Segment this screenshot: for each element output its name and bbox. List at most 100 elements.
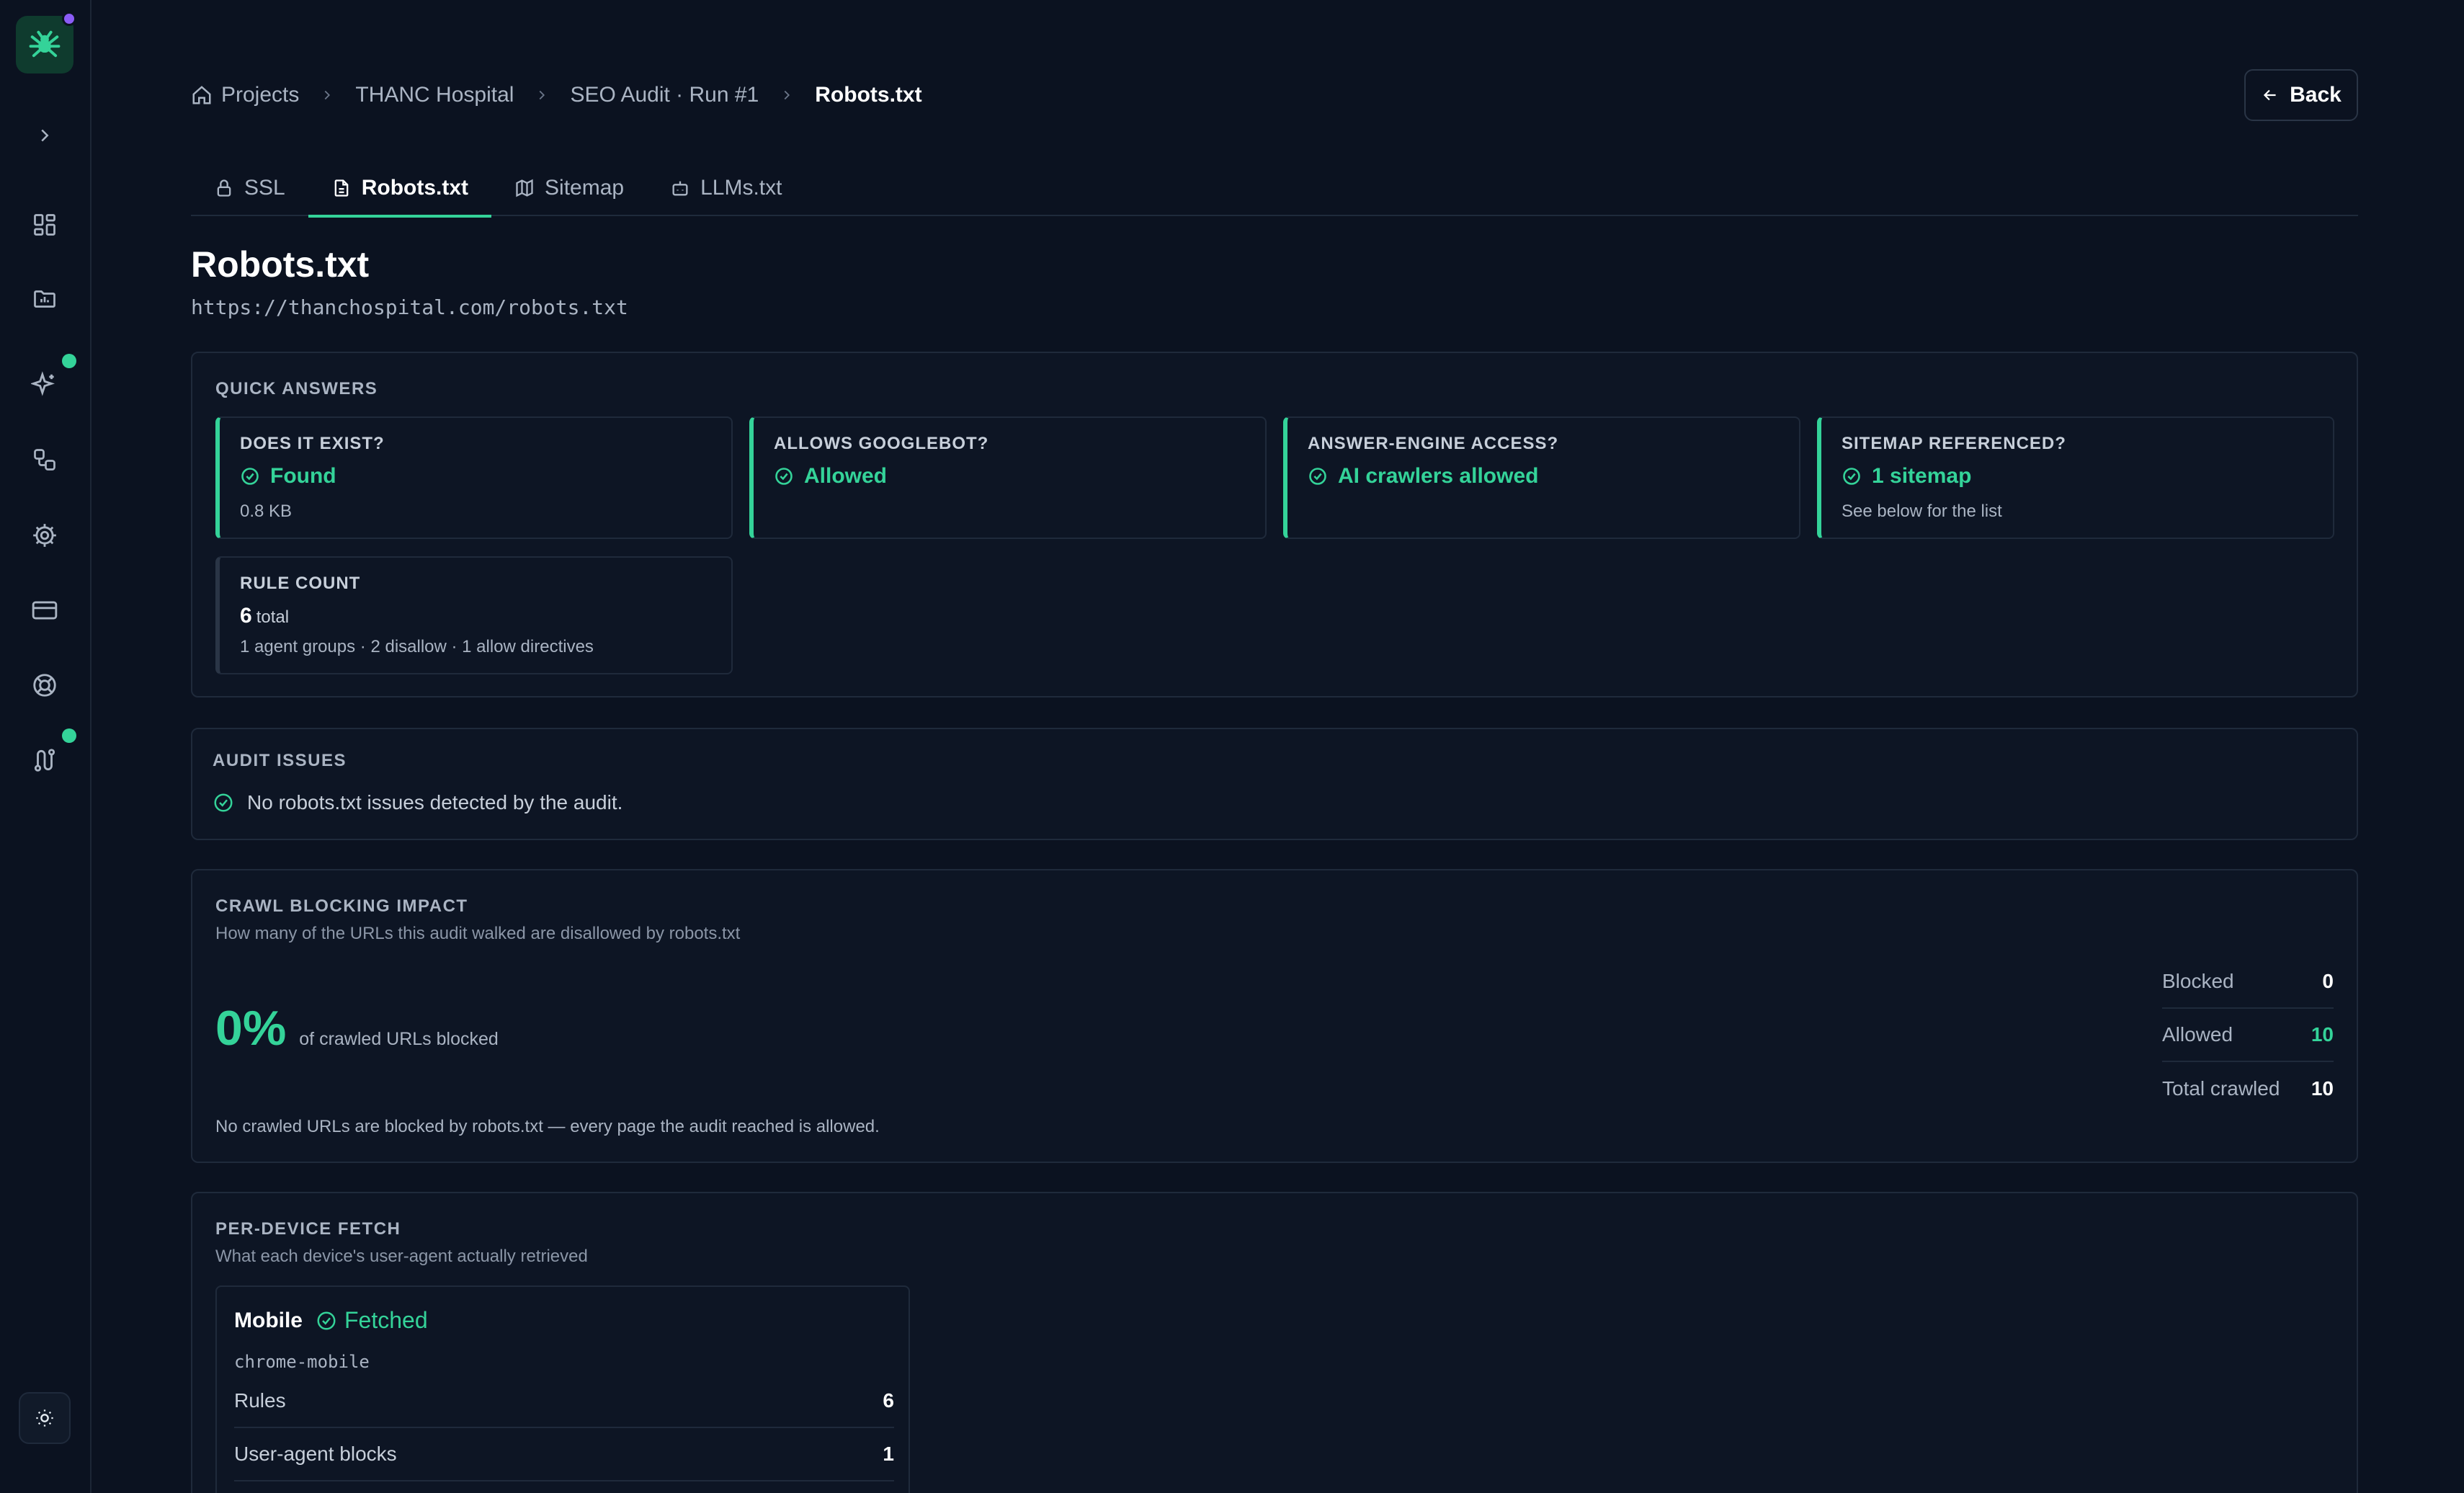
- credit-card-icon[interactable]: [27, 593, 62, 628]
- page-title: Robots.txt: [191, 244, 370, 285]
- crawl-stats: Blocked 0 Allowed 10 Total crawled 10: [2162, 955, 2334, 1115]
- tab-robots-txt[interactable]: Robots.txt: [308, 160, 492, 218]
- check-circle-icon: [1843, 468, 1860, 485]
- check-circle-icon: [214, 793, 233, 812]
- gear-icon[interactable]: [27, 518, 62, 553]
- notification-dot: [62, 12, 76, 26]
- qa-value: Found: [270, 464, 336, 488]
- home-icon: [192, 86, 211, 104]
- tab-robots-label: Robots.txt: [361, 176, 469, 200]
- stat-label: Total crawled: [2162, 1077, 2280, 1100]
- breadcrumb-project[interactable]: THANC Hospital: [355, 83, 514, 107]
- qa-value: 1 sitemap: [1872, 464, 1972, 488]
- per-device-fetch-card: PER-DEVICE FETCH What each device's user…: [191, 1192, 2358, 1493]
- per-device-subheading: What each device's user-agent actually r…: [215, 1247, 588, 1266]
- qa-note: See below for the list: [1842, 502, 2002, 521]
- check-circle-icon: [317, 1311, 336, 1329]
- breadcrumb-audit-run[interactable]: SEO Audit · Run #1: [570, 83, 759, 107]
- breadcrumb-current: Robots.txt: [815, 83, 922, 107]
- qa-value: Allowed: [804, 464, 888, 488]
- bot-icon: [672, 181, 688, 196]
- chevron-right-icon: [534, 87, 550, 103]
- tab-sitemap[interactable]: Sitemap: [491, 160, 647, 216]
- route-badge-dot: [62, 728, 76, 743]
- tab-bar: SSL Robots.txt Sitemap LLMs.txt: [191, 160, 2358, 218]
- folder-chart-icon[interactable]: [27, 282, 62, 316]
- workflow-icon[interactable]: [27, 442, 62, 477]
- crawl-blocking-heading: CRAWL BLOCKING IMPACT: [215, 896, 468, 916]
- crawl-blocking-card: CRAWL BLOCKING IMPACT How many of the UR…: [191, 869, 2358, 1163]
- crawl-blocking-note: No crawled URLs are blocked by robots.tx…: [215, 1117, 880, 1136]
- tab-sitemap-label: Sitemap: [545, 176, 625, 200]
- stat-label: Blocked: [2162, 970, 2234, 992]
- breadcrumb: Projects THANC Hospital SEO Audit · Run …: [191, 81, 922, 110]
- lifebuoy-icon[interactable]: [27, 668, 62, 703]
- qa-tile-exists: DOES IT EXIST? Found 0.8 KB: [215, 416, 733, 539]
- robots-url[interactable]: https://thanchospital.com/robots.txt: [191, 295, 628, 319]
- rule-count-note: 1 agent groups · 2 disallow · 1 allow di…: [240, 637, 594, 656]
- stat-total-crawled: Total crawled 10: [2162, 1062, 2334, 1115]
- sparkles-badge-dot: [62, 354, 76, 368]
- tab-ssl[interactable]: SSL: [191, 160, 308, 216]
- qa-label: ANSWER-ENGINE ACCESS?: [1308, 434, 1559, 453]
- stat-value: 0: [2322, 970, 2334, 992]
- qa-note: 0.8 KB: [240, 502, 293, 521]
- back-button-label: Back: [2290, 83, 2342, 107]
- device-row-label: Rules: [234, 1389, 286, 1412]
- stat-value: 10: [2311, 1077, 2334, 1100]
- stat-label: Allowed: [2162, 1023, 2233, 1046]
- check-circle-icon: [1309, 468, 1326, 485]
- qa-tile-googlebot: ALLOWS GOOGLEBOT? Allowed: [749, 416, 1267, 539]
- quick-answers-heading: QUICK ANSWERS: [215, 379, 378, 398]
- qa-tile-answer-engine: ANSWER-ENGINE ACCESS? AI crawlers allowe…: [1283, 416, 1800, 539]
- stat-value: 10: [2311, 1023, 2334, 1046]
- tab-ssl-label: SSL: [244, 176, 285, 200]
- stat-allowed: Allowed 10: [2162, 1009, 2334, 1062]
- rule-count-value: 6: [240, 604, 252, 628]
- blocked-percent-label: of crawled URLs blocked: [299, 1029, 499, 1049]
- map-icon: [516, 179, 533, 197]
- breadcrumb-projects[interactable]: Projects: [191, 83, 299, 107]
- lock-icon: [217, 179, 231, 197]
- qa-label: RULE COUNT: [240, 574, 361, 593]
- per-device-heading: PER-DEVICE FETCH: [215, 1219, 401, 1239]
- blocked-percent: 0%: [215, 1001, 287, 1056]
- stat-blocked: Blocked 0: [2162, 955, 2334, 1009]
- audit-issues-message: No robots.txt issues detected by the aud…: [247, 791, 623, 814]
- chevron-right-icon: [319, 87, 335, 103]
- crawl-blocking-subheading: How many of the URLs this audit walked a…: [215, 924, 741, 943]
- sparkles-icon[interactable]: [27, 367, 62, 402]
- sun-icon: [36, 1409, 53, 1427]
- arrow-left-icon: [2264, 89, 2276, 101]
- check-circle-icon: [241, 468, 259, 485]
- device-status-label: Fetched: [344, 1307, 428, 1333]
- rule-count-unit: total: [256, 607, 290, 627]
- device-status: Fetched: [316, 1307, 428, 1334]
- device-row-value: 6: [883, 1389, 894, 1412]
- qa-tile-rule-count: RULE COUNT 6 total 1 agent groups · 2 dis…: [215, 556, 733, 674]
- device-row-rules: Rules 6: [234, 1375, 894, 1428]
- dashboard-icon[interactable]: [27, 208, 62, 242]
- breadcrumb-projects-label: Projects: [221, 83, 300, 107]
- back-button[interactable]: Back: [2244, 69, 2358, 121]
- qa-label: DOES IT EXIST?: [240, 434, 385, 453]
- spider-icon: [29, 30, 61, 58]
- qa-label: SITEMAP REFERENCED?: [1842, 434, 2066, 453]
- sidebar: [0, 0, 91, 1493]
- device-name: Mobile: [234, 1308, 303, 1332]
- device-user-agent: chrome-mobile: [234, 1352, 370, 1372]
- chevron-right-icon[interactable]: [27, 118, 62, 153]
- quick-answers-card: QUICK ANSWERS DOES IT EXIST? Found 0.8 K…: [191, 352, 2358, 698]
- qa-label: ALLOWS GOOGLEBOT?: [774, 434, 989, 453]
- tab-llms-txt[interactable]: LLMs.txt: [647, 160, 805, 216]
- check-circle-icon: [775, 468, 793, 485]
- audit-issues-heading: AUDIT ISSUES: [213, 751, 347, 770]
- route-icon[interactable]: [27, 743, 62, 777]
- device-panel-mobile: Mobile Fetched chrome-mobile Rules 6 Use…: [215, 1285, 910, 1493]
- qa-value: AI crawlers allowed: [1338, 464, 1539, 488]
- theme-toggle-button[interactable]: [19, 1392, 71, 1444]
- device-row-label: User-agent blocks: [234, 1443, 397, 1465]
- audit-issues-card: AUDIT ISSUES No robots.txt issues detect…: [191, 728, 2358, 840]
- device-row-user-agent-blocks: User-agent blocks 1: [234, 1428, 894, 1481]
- tab-llms-label: LLMs.txt: [700, 176, 782, 200]
